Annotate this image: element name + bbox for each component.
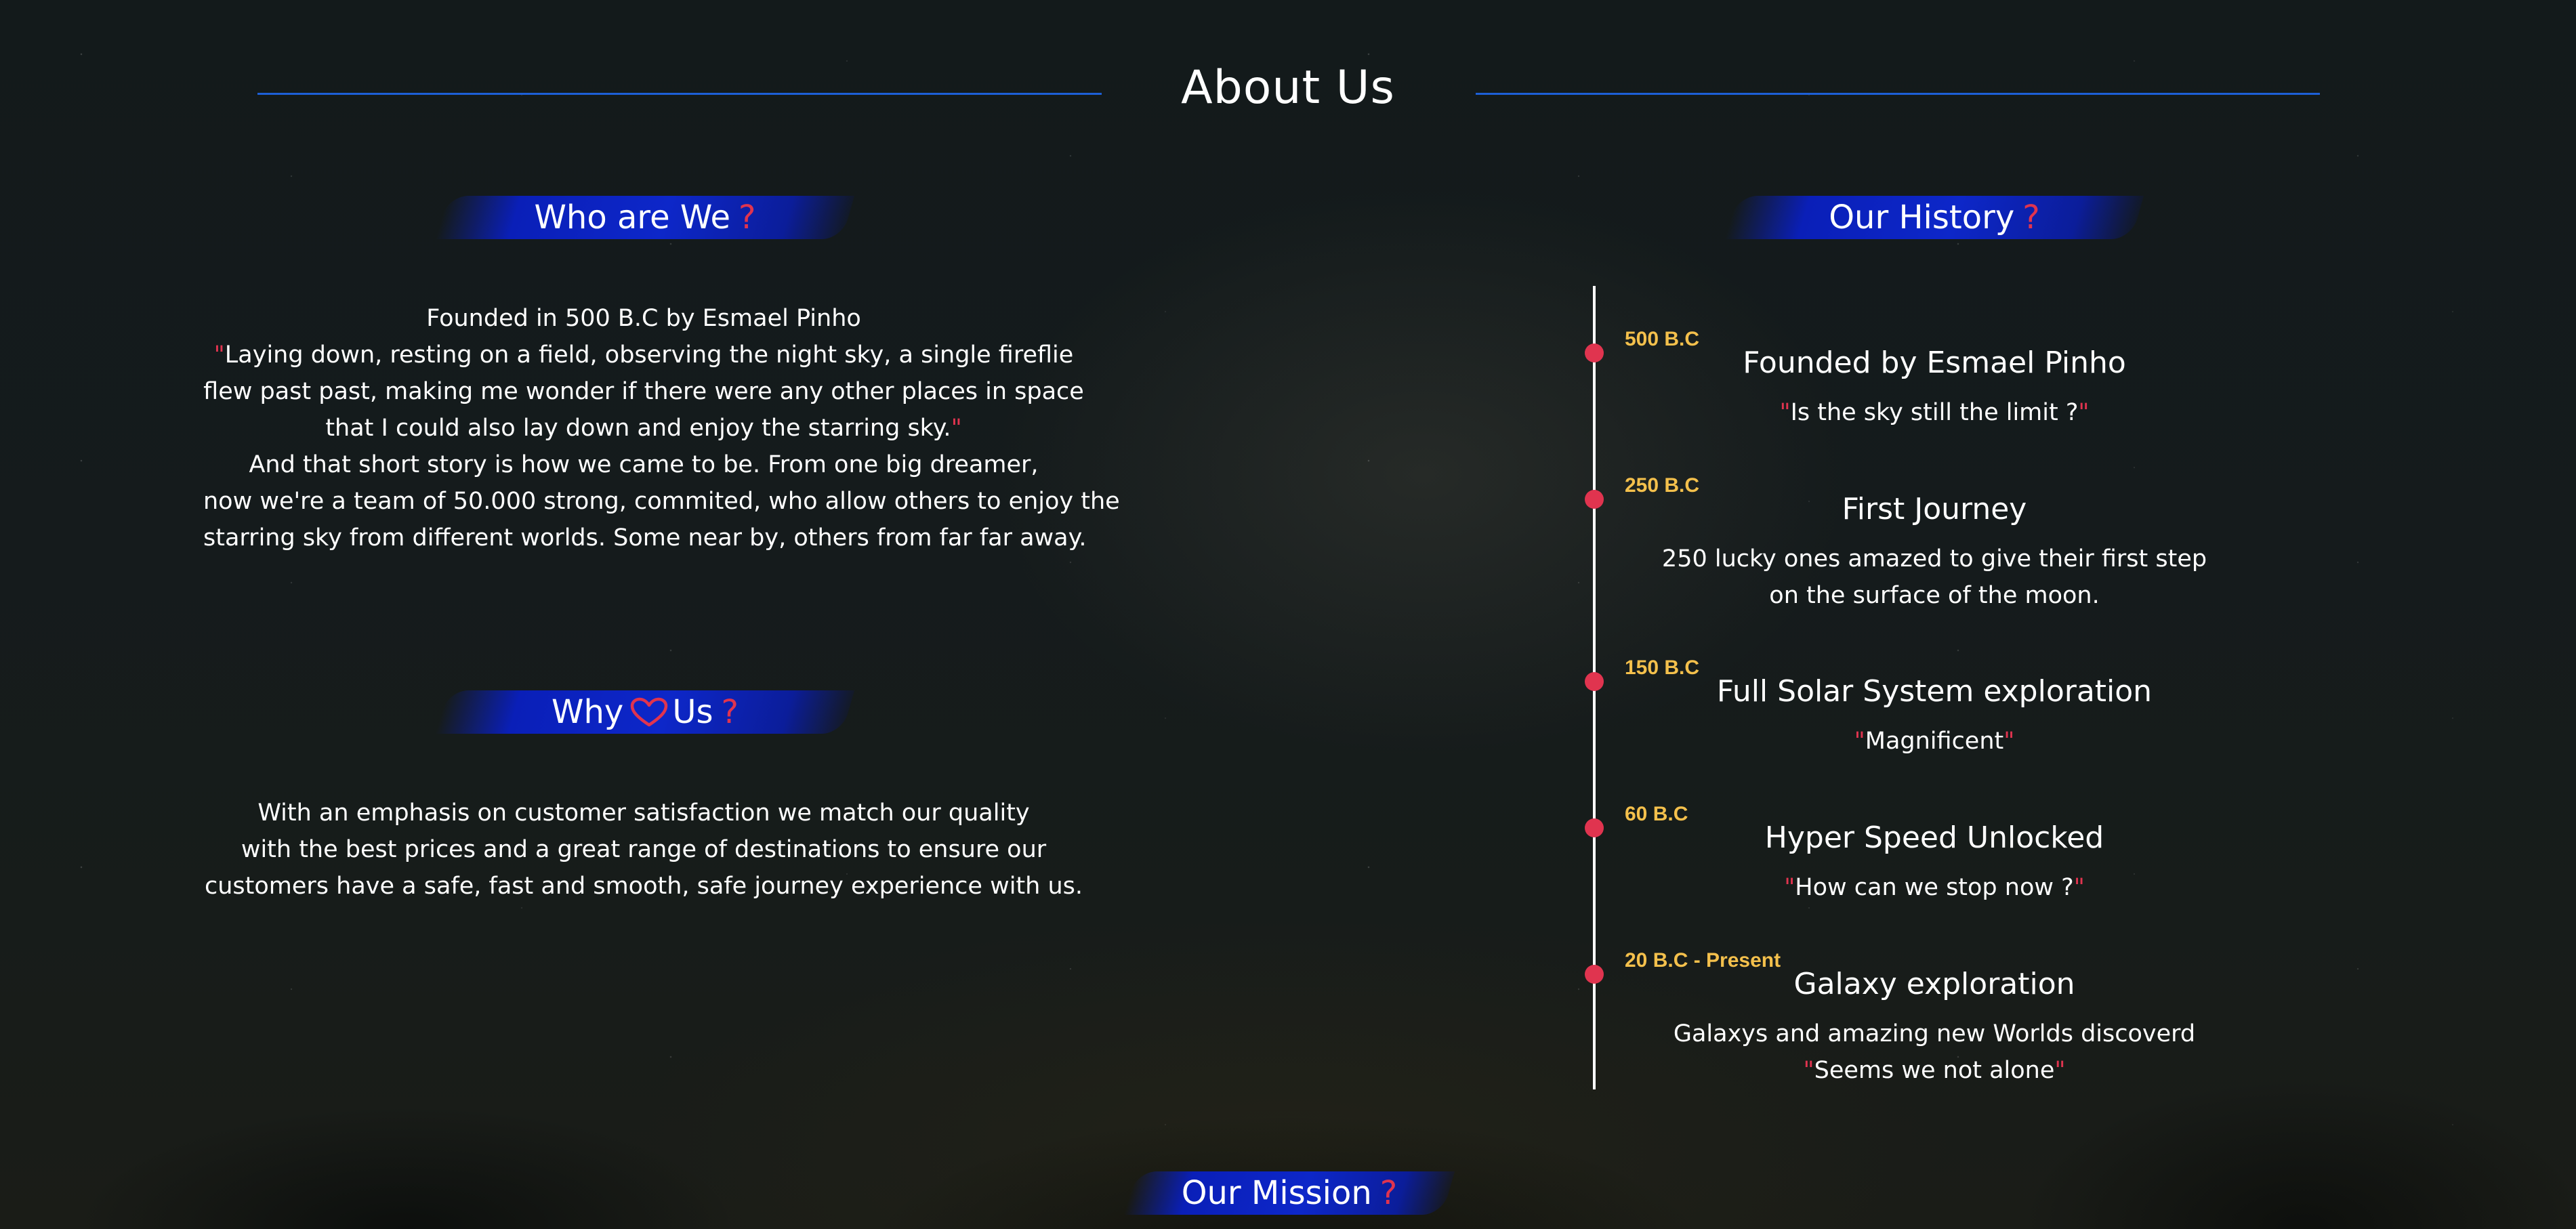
who-are-we-heading: Who are We? [442,196,848,239]
timeline-event-quote: "Magnificent" [1854,728,2015,755]
timeline-event-description: 250 lucky ones amazed to give their firs… [1661,545,2207,609]
why-us-heading-text-before: Why [552,693,624,731]
timeline-event-description: Galaxys and amazing new Worlds discoverd… [1673,1020,2196,1084]
paragraph-line: now we're a team of 50.000 strong, commi… [203,488,1120,515]
timeline-event-title: First Journey [1842,492,2027,526]
our-history-heading-text: Our History [1829,199,2015,236]
our-history-heading: Our History? [1731,196,2138,239]
paragraph-line: customers have a safe, fast and smooth, … [204,873,1083,900]
paragraph-line: "Laying down, resting on a field, observ… [213,341,1074,369]
paragraph-line: And that short story is how we came to b… [249,451,1039,478]
timeline-event-title: Full Solar System exploration [1716,674,2153,709]
timeline-event-quote: "Is the sky still the limit ?" [1779,399,2090,426]
timeline-event-title: Founded by Esmael Pinho [1743,346,2126,380]
question-mark: ? [2022,199,2040,236]
who-are-we-heading-text: Who are We [534,199,731,236]
paragraph-line: with the best prices and a great range o… [241,836,1047,863]
heart-outline-icon [631,697,668,727]
timeline-event-quote: "How can we stop now ?" [1784,874,2085,901]
our-mission-heading: Our Mission? [1130,1171,1449,1215]
timeline-event-title: Hyper Speed Unlocked [1764,820,2104,855]
question-mark: ? [1379,1174,1398,1212]
who-are-we-paragraph: Founded in 500 B.C by Esmael Pinho "Layi… [203,300,1120,556]
title-divider-right [1476,93,2320,95]
paragraph-line: flew past past, making me wonder if ther… [203,378,1084,405]
paragraph-line: that I could also lay down and enjoy the… [325,415,962,442]
question-mark: ? [721,693,739,731]
why-us-heading: Why Us? [442,690,848,734]
paragraph-line: Founded in 500 B.C by Esmael Pinho [426,305,861,332]
question-mark: ? [739,199,756,236]
paragraph-line: starring sky from different worlds. Some… [203,524,1087,551]
why-us-paragraph: With an emphasis on customer satisfactio… [203,795,1084,904]
page-title: About Us [1181,61,1395,114]
paragraph-line: With an emphasis on customer satisfactio… [257,799,1030,827]
our-mission-heading-text: Our Mission [1181,1174,1372,1212]
timeline-event-title: Galaxy exploration [1793,967,2075,1001]
why-us-heading-text-after: Us [672,693,713,731]
